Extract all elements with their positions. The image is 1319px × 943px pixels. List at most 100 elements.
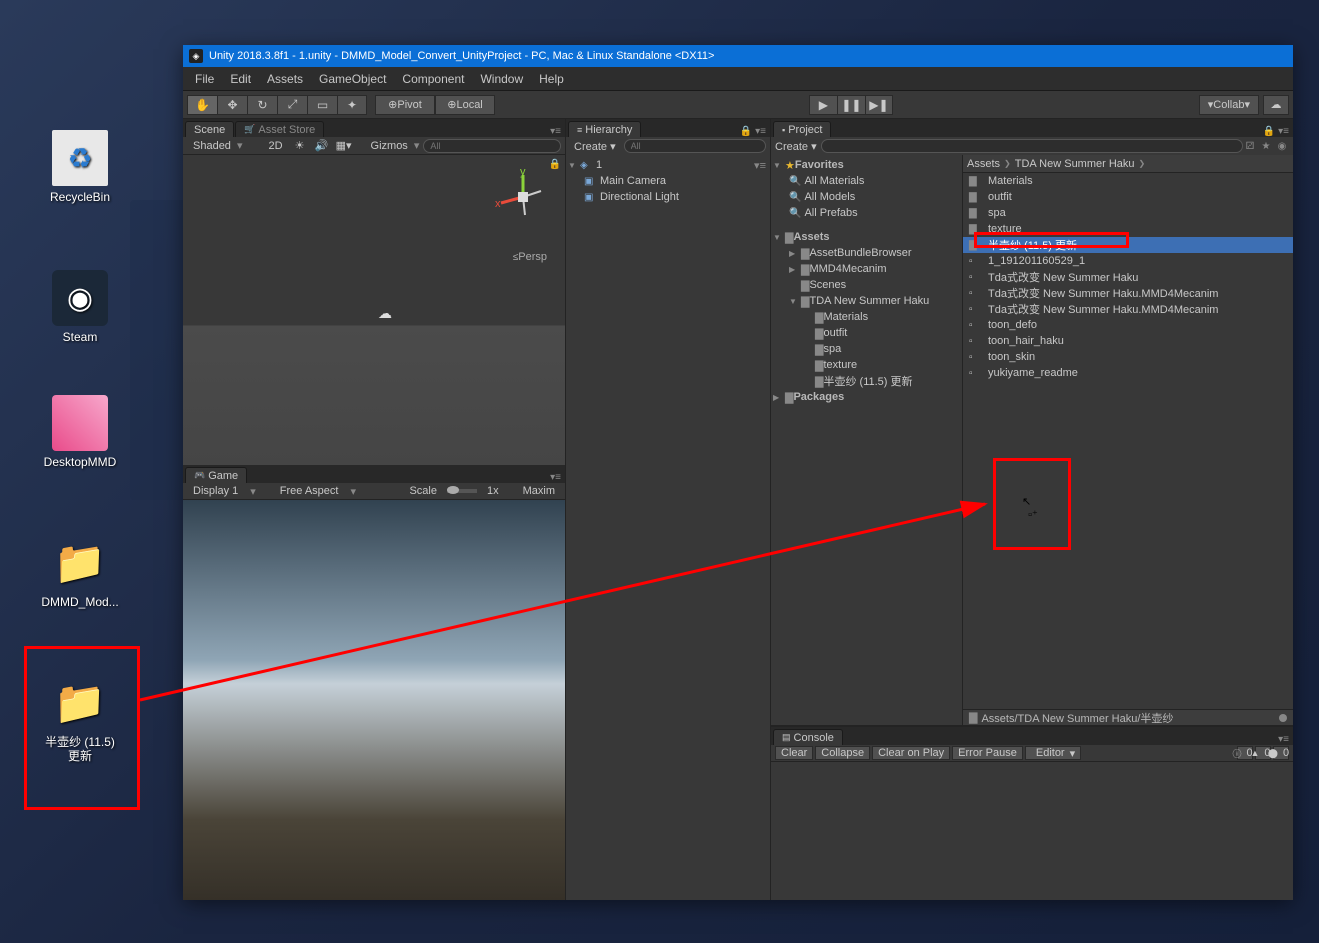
desktop-steam[interactable]: Steam [40,270,120,344]
lighting-icon[interactable]: ☀ [289,139,311,153]
desktop-folder-dmmd-mod[interactable]: DMMD_Mod... [40,535,120,609]
console-error-pause-button[interactable]: Error Pause [952,746,1023,760]
project-asset-row[interactable]: ▇半壶纱 (11.5) 更新 [963,237,1293,253]
console-clear-on-play-button[interactable]: Clear on Play [872,746,950,760]
project-asset-row[interactable]: ▇spa [963,205,1293,221]
2d-toggle[interactable]: 2D [262,140,288,152]
hierarchy-tree[interactable]: ▼◈ 1 ▾≡ ▣ Main Camera ▣ Directional Ligh… [566,155,770,900]
packages-header[interactable]: ▶▇ Packages [771,389,962,405]
play-button[interactable]: ▶ [809,95,837,115]
panel-options-icon[interactable]: 🔒 ▾≡ [1259,126,1293,137]
tab-asset-store[interactable]: 🛒Asset Store [235,121,324,137]
tab-game[interactable]: 🎮Game [185,467,247,483]
fx-icon[interactable]: ▦▾ [333,139,355,153]
console-body[interactable] [771,762,1293,900]
desktop-dmmd-app[interactable]: DesktopMMD [40,395,120,469]
scene-search[interactable] [423,139,561,153]
project-asset-row[interactable]: ▫Tda式改变 New Summer Haku.MMD4Mecanim [963,285,1293,301]
scene-menu-icon[interactable]: ▾≡ [754,159,770,172]
hand-tool[interactable]: ✋ [187,95,217,115]
project-asset-row[interactable]: ▫Tda式改变 New Summer Haku.MMD4Mecanim [963,301,1293,317]
menu-file[interactable]: File [187,72,222,86]
menu-assets[interactable]: Assets [259,72,311,86]
tab-project[interactable]: ▪Project [773,121,831,137]
menu-component[interactable]: Component [394,72,472,86]
favorite-item[interactable]: 🔍All Materials [771,173,962,189]
hierarchy-scene-row[interactable]: ▼◈ 1 ▾≡ [566,157,770,173]
project-tree-item[interactable]: ▇半壶纱 (11.5) 更新 [771,373,962,389]
tab-scene[interactable]: Scene [185,121,234,137]
project-asset-row[interactable]: ▇Materials [963,173,1293,189]
console-collapse-button[interactable]: Collapse [815,746,870,760]
step-button[interactable]: ▶❚ [865,95,893,115]
pause-button[interactable]: ❚❚ [837,95,865,115]
project-tree-item[interactable]: ▇texture [771,357,962,373]
scene-view[interactable]: 🔒 y x ≤Persp ☁ [183,155,565,465]
assets-header[interactable]: ▼▇ Assets [771,229,962,245]
favorite-item[interactable]: 🔍All Prefabs [771,205,962,221]
console-editor-dropdown[interactable]: Editor ▾ [1025,746,1081,760]
move-tool[interactable]: ✥ [217,95,247,115]
filter-icon[interactable]: ⚂ [1243,139,1257,153]
hierarchy-item[interactable]: ▣ Main Camera [566,173,770,189]
project-search[interactable] [821,139,1243,153]
project-folder-tree[interactable]: ▼★ Favorites 🔍All Materials 🔍All Models … [771,155,963,725]
project-asset-row[interactable]: ▫1_191201160529_1 [963,253,1293,269]
window-titlebar[interactable]: ◈ Unity 2018.3.8f1 - 1.unity - DMMD_Mode… [183,45,1293,67]
project-asset-row[interactable]: ▇outfit [963,189,1293,205]
pivot-button[interactable]: ⊕ Pivot [375,95,435,115]
project-asset-list[interactable]: ▇Materials▇outfit▇spa▇texture▇半壶纱 (11.5)… [963,173,1293,709]
aspect-dropdown[interactable]: Free Aspect [274,485,345,497]
hierarchy-search[interactable] [624,139,766,153]
panel-options-icon[interactable]: 🔒 ▾≡ [736,126,770,137]
game-view[interactable] [183,500,565,900]
menu-help[interactable]: Help [531,72,572,86]
project-tree-item[interactable]: ▇outfit [771,325,962,341]
menu-gameobject[interactable]: GameObject [311,72,394,86]
project-asset-row[interactable]: ▫Tda式改变 New Summer Haku [963,269,1293,285]
error-count-badge[interactable]: ⬤0 [1273,746,1289,760]
rotate-tool[interactable]: ↻ [247,95,277,115]
favorite-item[interactable]: 🔍All Models [771,189,962,205]
project-tree-item[interactable]: ▼▇TDA New Summer Haku [771,293,962,309]
desktop-folder-update[interactable]: 半壶纱 (11.5) 更新 [40,675,120,763]
gizmos-dropdown[interactable]: Gizmos [365,140,414,152]
zoom-slider[interactable] [1279,714,1287,722]
rect-tool[interactable]: ▭ [307,95,337,115]
persp-label[interactable]: ≤Persp [513,251,547,263]
panel-options-icon[interactable]: ▾≡ [1274,734,1293,745]
desktop-recycle-bin[interactable]: RecycleBin [40,130,120,204]
unified-tool[interactable]: ✦ [337,95,367,115]
project-tree-item[interactable]: ▇Materials [771,309,962,325]
audio-icon[interactable]: 🔊 [311,139,333,153]
save-search-icon[interactable]: ★ [1259,139,1273,153]
project-asset-row[interactable]: ▫toon_defo [963,317,1293,333]
breadcrumb-item[interactable]: Assets [967,158,1000,170]
favorites-header[interactable]: ▼★ Favorites [771,157,962,173]
hierarchy-create-dropdown[interactable]: Create ▾ [570,140,620,153]
breadcrumb-item[interactable]: TDA New Summer Haku [1015,158,1135,170]
tab-hierarchy[interactable]: ≡Hierarchy [568,121,641,137]
hierarchy-item[interactable]: ▣ Directional Light [566,189,770,205]
console-clear-button[interactable]: Clear [775,746,813,760]
project-asset-row[interactable]: ▇texture [963,221,1293,237]
hidden-icon[interactable]: ◉ [1275,139,1289,153]
maximize-label[interactable]: Maxim [517,485,561,497]
tab-console[interactable]: ▤Console [773,729,843,745]
menu-edit[interactable]: Edit [222,72,259,86]
collab-button[interactable]: ▾ Collab ▾ [1199,95,1259,115]
local-button[interactable]: ⊕ Local [435,95,495,115]
orientation-gizmo[interactable]: y x [493,167,553,227]
display-dropdown[interactable]: Display 1 [187,485,244,497]
project-tree-item[interactable]: ▶▇AssetBundleBrowser [771,245,962,261]
cloud-button[interactable]: ☁ [1263,95,1289,115]
project-asset-row[interactable]: ▫yukiyame_readme [963,365,1293,381]
scale-tool[interactable]: ⤢ [277,95,307,115]
shading-mode-dropdown[interactable]: Shaded [187,140,237,152]
panel-options-icon[interactable]: ▾≡ [546,126,565,137]
project-tree-item[interactable]: ▇spa [771,341,962,357]
scale-slider[interactable] [447,489,477,493]
project-tree-item[interactable]: ▶▇MMD4Mecanim [771,261,962,277]
project-asset-row[interactable]: ▫toon_skin [963,349,1293,365]
project-create-dropdown[interactable]: Create ▾ [775,140,817,153]
